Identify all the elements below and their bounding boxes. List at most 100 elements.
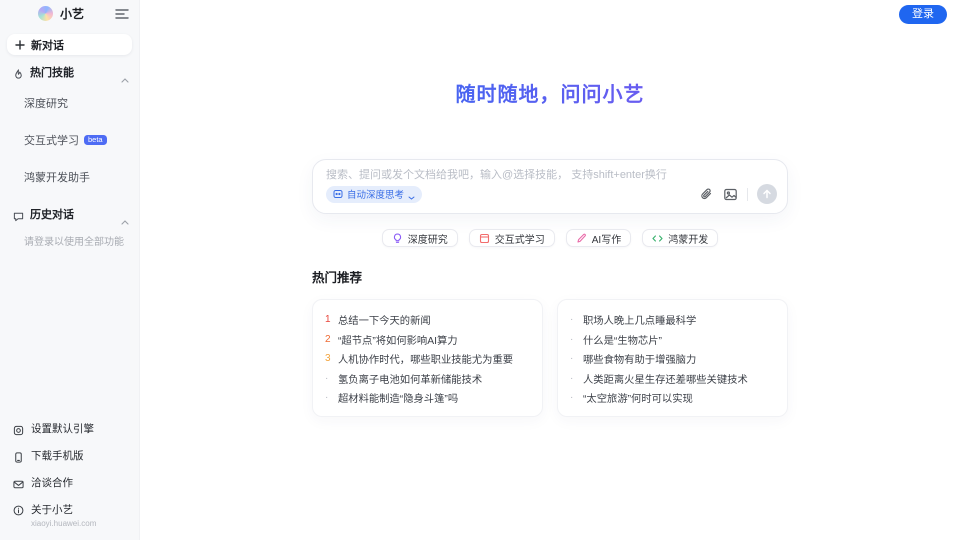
page-title: 随时随地，问问小艺 — [140, 78, 960, 107]
list-item[interactable]: · “太空旅游”何时可以实现 — [570, 388, 775, 408]
chip-label: AI写作 — [591, 234, 622, 246]
input-actions — [699, 184, 777, 204]
bullet-marker: · — [570, 372, 574, 384]
footer-item-about[interactable]: 关于小艺 xiaoyi.huawei.com — [0, 496, 139, 534]
history-login-note: 请登录以使用全部功能 — [24, 237, 124, 248]
hot-skills-label: 热门技能 — [30, 67, 74, 79]
section-hot-skills[interactable]: 热门技能 — [0, 61, 139, 83]
item-text: 人类距离火星生存还差哪些关键技术 — [583, 374, 748, 386]
deep-think-mode-chip[interactable]: 自动深度思考 — [326, 185, 423, 203]
chip-label: 交互式学习 — [494, 234, 545, 246]
sidebar-item-deep-research[interactable]: 深度研究 — [0, 91, 139, 115]
plus-icon — [15, 39, 25, 50]
skill-list: 深度研究 交互式学习 beta 鸿蒙开发助手 — [0, 91, 139, 189]
book-icon — [479, 233, 490, 244]
phone-icon — [13, 450, 24, 463]
divider — [747, 187, 748, 201]
footer-label: 设置默认引擎 — [31, 423, 94, 435]
item-text: 氢负离子电池如何革新储能技术 — [338, 374, 483, 386]
bullet-marker: · — [325, 372, 329, 384]
chip-harmonyos-dev[interactable]: 鸿蒙开发 — [642, 229, 719, 247]
list-item[interactable]: · 哪些食物有助于增强脑力 — [570, 349, 775, 369]
history-label: 历史对话 — [30, 209, 74, 221]
engine-icon — [13, 423, 24, 436]
footer-label: 下载手机版 — [31, 450, 84, 462]
item-label: 深度研究 — [24, 98, 68, 110]
skill-chips-row: 深度研究 交互式学习 AI写作 鸿蒙开发 — [140, 229, 960, 247]
chevron-up-icon — [121, 212, 129, 225]
item-text: “太空旅游”何时可以实现 — [583, 394, 693, 406]
list-item[interactable]: · 职场人晚上几点睡最科学 — [570, 310, 775, 330]
section-history[interactable]: 历史对话 — [0, 203, 139, 225]
item-text: 什么是“生物芯片” — [583, 335, 662, 347]
chip-deep-research[interactable]: 深度研究 — [381, 229, 458, 247]
list-item[interactable]: 1 总结一下今天的新闻 — [325, 310, 530, 330]
item-text: “超节点”将如何影响AI算力 — [338, 335, 458, 347]
app-name: 小艺 — [60, 6, 85, 21]
list-item[interactable]: · 氢负离子电池如何革新储能技术 — [325, 369, 530, 389]
bullet-marker: · — [570, 392, 574, 404]
main-area: 随时随地，问问小艺 自动深度思考 — [140, 0, 960, 540]
beta-badge: beta — [84, 135, 107, 145]
chip-label: 深度研究 — [407, 234, 448, 246]
chevron-up-icon — [121, 70, 129, 83]
send-button[interactable] — [757, 184, 777, 204]
new-chat-button[interactable]: 新对话 — [7, 34, 132, 55]
list-item[interactable]: · 人类距离火星生存还差哪些关键技术 — [570, 369, 775, 389]
footer-label: 关于小艺 — [31, 504, 73, 516]
chip-interactive-learning[interactable]: 交互式学习 — [468, 229, 555, 247]
code-icon — [652, 233, 663, 244]
footer-item-cooperation[interactable]: 洽谈合作 — [0, 469, 139, 496]
rank-marker: 3 — [325, 353, 331, 365]
attachment-icon[interactable] — [699, 187, 714, 202]
hot-recommend-section: 热门推荐 1 总结一下今天的新闻 2 “超节点”将如何影响AI算力 3 人机协作… — [312, 267, 788, 417]
search-toolbar: 自动深度思考 — [326, 184, 777, 204]
flame-icon — [13, 67, 24, 79]
item-label: 鸿蒙开发助手 — [24, 172, 90, 184]
mail-icon — [13, 477, 24, 489]
footer-item-default-engine[interactable]: 设置默认引擎 — [0, 415, 139, 442]
app-logo-icon — [38, 5, 53, 21]
sidebar-header: 小艺 — [0, 0, 139, 26]
login-button[interactable]: 登录 — [899, 5, 947, 24]
rank-marker: 1 — [325, 314, 331, 326]
info-icon — [13, 503, 24, 516]
bullet-marker: · — [570, 333, 574, 345]
recommend-card-right: · 职场人晚上几点睡最科学 · 什么是“生物芯片” · 哪些食物有助于增强脑力 … — [557, 299, 788, 417]
footer-item-download-app[interactable]: 下载手机版 — [0, 442, 139, 469]
deep-think-label: 自动深度思考 — [347, 190, 405, 201]
item-text: 哪些食物有助于增强脑力 — [583, 355, 697, 367]
search-input[interactable] — [326, 169, 777, 181]
bullet-marker: · — [570, 353, 574, 365]
recommend-card-left: 1 总结一下今天的新闻 2 “超节点”将如何影响AI算力 3 人机协作时代，哪些… — [312, 299, 543, 417]
rank-marker: 2 — [325, 333, 331, 345]
item-label: 交互式学习 — [24, 135, 79, 147]
new-chat-label: 新对话 — [31, 39, 64, 52]
chip-ai-writing[interactable]: AI写作 — [565, 229, 632, 247]
list-item[interactable]: · 超材料能制造“隐身斗篷”吗 — [325, 388, 530, 408]
list-item[interactable]: · 什么是“生物芯片” — [570, 330, 775, 350]
footer-label: 洽谈合作 — [31, 477, 73, 489]
pencil-icon — [576, 233, 587, 244]
list-item[interactable]: 3 人机协作时代，哪些职业技能尤为重要 — [325, 349, 530, 369]
item-text: 职场人晚上几点睡最科学 — [583, 316, 697, 328]
sidebar-collapse-icon[interactable] — [115, 7, 129, 19]
sidebar-item-interactive-learning[interactable]: 交互式学习 beta — [0, 128, 139, 152]
bullet-marker: · — [325, 392, 329, 404]
sidebar-footer: 设置默认引擎 下载手机版 洽谈合作 关于小艺 xiaoyi.huawei.com — [0, 415, 139, 534]
bullet-marker: · — [570, 314, 574, 326]
search-box[interactable]: 自动深度思考 — [312, 159, 788, 214]
sidebar-item-harmonyos-assistant[interactable]: 鸿蒙开发助手 — [0, 165, 139, 189]
image-upload-icon[interactable] — [723, 187, 738, 202]
item-text: 总结一下今天的新闻 — [338, 316, 431, 328]
sidebar: 小艺 新对话 热门技能 深度研究 交互式学习 beta 鸿蒙开发助手 历史对话 … — [0, 0, 140, 540]
chat-bubble-icon — [13, 209, 24, 221]
item-text: 人机协作时代，哪些职业技能尤为重要 — [338, 355, 514, 367]
chevron-down-icon — [408, 192, 415, 200]
list-item[interactable]: 2 “超节点”将如何影响AI算力 — [325, 330, 530, 350]
hot-recommend-title: 热门推荐 — [312, 271, 363, 285]
deep-think-icon — [333, 189, 343, 199]
about-url: xiaoyi.huawei.com — [31, 519, 97, 528]
chip-label: 鸿蒙开发 — [668, 234, 709, 246]
lightbulb-icon — [392, 232, 403, 244]
